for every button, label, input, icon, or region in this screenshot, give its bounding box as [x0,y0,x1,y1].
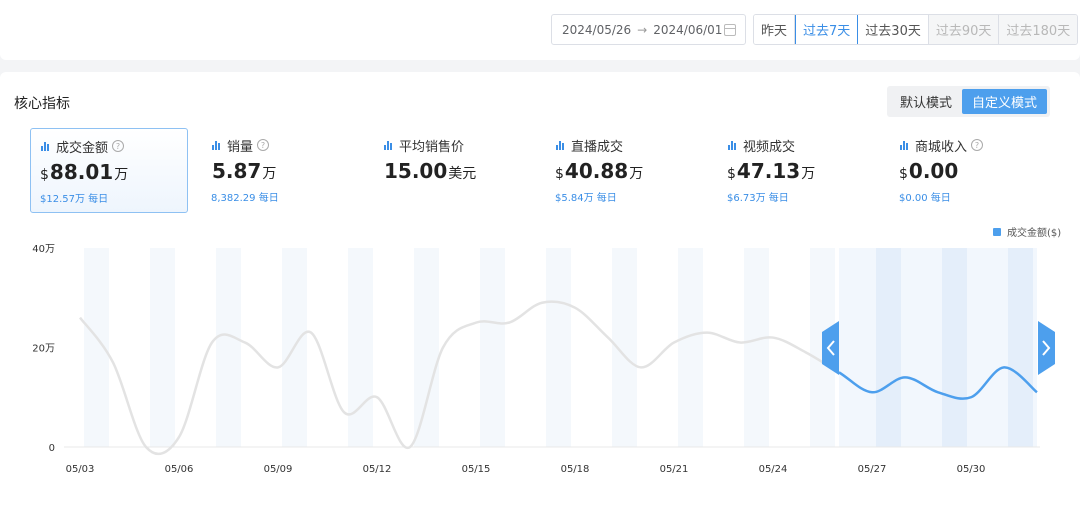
calendar-icon [724,24,736,36]
mode-toggle: 默认模式 自定义模式 [887,86,1051,117]
bar-chart-icon [211,140,223,150]
chart-band [150,248,175,447]
metric-unit: 万 [801,166,816,182]
metric-value: $40.88 万 [555,159,695,183]
date-range-picker[interactable]: 2024/05/26 → 2024/06/01 [551,14,746,45]
help-icon[interactable]: ? [112,140,125,152]
metric-label: 成交金额 [56,140,109,156]
metric-label: 商城收入 [915,139,968,155]
metric-label: 平均销售价 [399,139,465,155]
date-toolbar: 2024/05/26 → 2024/06/01 昨天 过去7天 过去30天 过去… [0,0,1080,60]
range-yesterday[interactable]: 昨天 [754,15,796,44]
metric-unit: 万 [262,166,277,182]
metric-value: 47.13 [736,159,801,183]
bar-chart-icon [727,140,739,150]
help-icon[interactable]: ? [257,139,270,151]
x-tick-label: 05/15 [462,464,491,475]
range-30-days[interactable]: 过去30天 [858,15,929,44]
metric-unit: 美元 [448,166,477,182]
x-tick-label: 05/21 [660,464,689,475]
sales-line-chart[interactable]: 0 20万 40万 05/03 05/06 05/09 05/12 05/15 05/18 05/… [0,238,1080,478]
metric-prefix: $ [555,166,564,182]
date-start: 2024/05/26 [562,22,632,37]
metric-prefix: $ [727,166,736,182]
metric-label: 直播成交 [571,139,624,155]
metric-label-row: 直播成交 [555,137,695,155]
bar-chart-icon [899,140,911,150]
metric-prefix: $ [899,166,908,182]
metric-value: $88.01 万 [40,160,178,184]
date-arrow: → [637,22,648,37]
bar-chart-icon [40,141,52,151]
metric-unit: 万 [629,166,644,182]
range-180-days: 过去180天 [999,15,1078,44]
metric-daily: 8,382.29 每日 [211,193,279,204]
metric-label-row: 视频成交 [727,137,867,155]
chart-band [480,248,505,447]
metric-unit: 万 [114,167,129,183]
range-selector: 昨天 过去7天 过去30天 过去90天 过去180天 [753,14,1079,45]
metric-label-row: 成交金额? [40,138,178,156]
metric-prefix: $ [40,167,49,183]
section-title: 核心指标 [14,96,70,112]
chart-legend[interactable]: 成交金额($) [993,224,1061,239]
brush-handle-right[interactable] [1038,321,1055,375]
metric-label-row: 商城收入? [899,137,1039,155]
y-tick-label: 0 [49,443,55,454]
metric-value: 15.00 美元 [383,159,523,183]
chart-band [744,248,769,447]
metric-value: 40.88 [564,159,629,183]
custom-mode-button[interactable]: 自定义模式 [962,89,1048,114]
metric-value: $0.00 [899,159,1039,183]
metric-value: 15.00 [384,159,448,183]
legend-swatch [993,227,1001,236]
legend-label: 成交金额($) [1007,228,1062,239]
chart-band [546,248,571,447]
metric-value: 0.00 [908,159,959,183]
metric-value: 5.87 [212,159,262,183]
metric-label-row: 平均销售价 [383,137,523,155]
chart-band [348,248,373,447]
x-tick-label: 05/18 [561,464,590,475]
metric-label: 视频成交 [743,139,796,155]
metric-card-live-sales[interactable]: 直播成交 $40.88 万 $5.84万 每日 [546,128,704,213]
x-tick-label: 05/03 [66,464,95,475]
bar-chart-icon [555,140,567,150]
metric-card-video-sales[interactable]: 视频成交 $47.13 万 $6.73万 每日 [718,128,876,213]
metric-card-gmv[interactable]: 成交金额? $88.01 万 $12.57万 每日 [30,128,188,213]
metric-daily: $6.73万 每日 [727,193,789,204]
metric-value: 88.01 [49,160,114,184]
metric-label-row: 销量? [211,137,351,155]
metric-label: 销量 [227,139,254,155]
default-mode-button[interactable]: 默认模式 [890,89,962,114]
x-tick-label: 05/09 [264,464,293,475]
help-icon[interactable]: ? [971,139,984,151]
range-7-days[interactable]: 过去7天 [795,15,859,44]
chart-band [216,248,241,447]
metric-daily: $12.57万 每日 [40,194,109,205]
metric-card-avg-price[interactable]: 平均销售价 15.00 美元 [374,128,532,213]
x-tick-label: 05/30 [957,464,986,475]
metric-card-mall-revenue[interactable]: 商城收入? $0.00 $0.00 每日 [890,128,1048,213]
context-series-line [78,300,840,456]
x-tick-label: 05/12 [363,464,392,475]
x-tick-label: 05/24 [759,464,788,475]
x-tick-label: 05/06 [165,464,194,475]
y-tick-label: 40万 [32,244,55,255]
bar-chart-icon [383,140,395,150]
metric-value: 5.87 万 [211,159,351,183]
metric-daily: $5.84万 每日 [555,193,617,204]
metric-card-sales-volume[interactable]: 销量? 5.87 万 8,382.29 每日 [202,128,360,213]
metric-daily: $0.00 每日 [899,193,951,204]
brush-selection[interactable] [839,248,1037,447]
metric-value: $47.13 万 [727,159,867,183]
range-90-days: 过去90天 [928,15,1000,44]
chart-band [414,248,439,447]
chart-band [678,248,703,447]
date-end: 2024/06/01 [653,22,723,37]
x-tick-label: 05/27 [858,464,887,475]
y-tick-label: 20万 [32,344,55,355]
